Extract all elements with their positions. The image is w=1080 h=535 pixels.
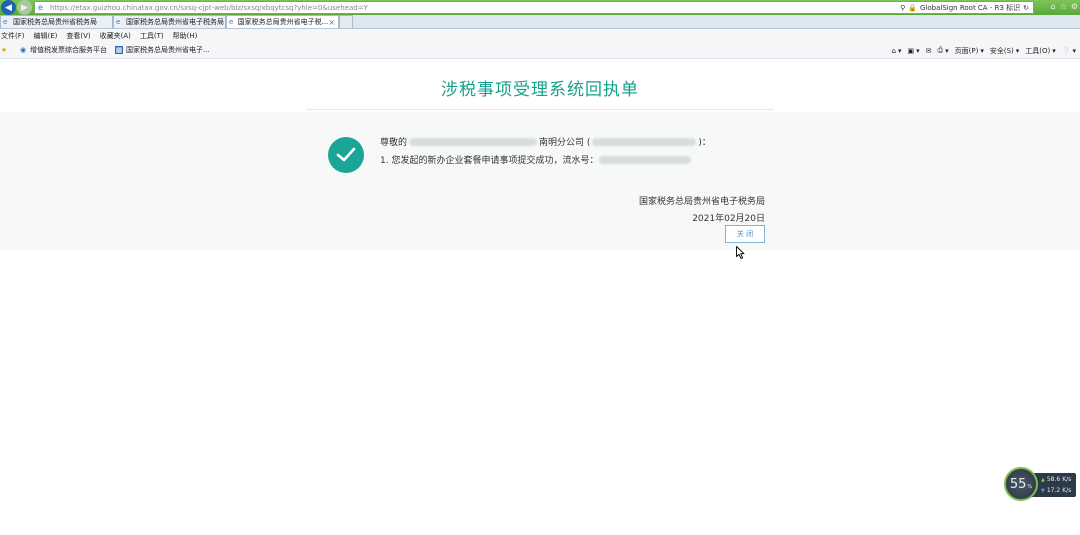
menu-view[interactable]: 查看(V) [66,31,90,41]
upload-value: 58.6 [1046,476,1061,483]
cert-label: GlobalSign Root CA - R3 标识 [920,3,1021,12]
dropdown-icon: ▾ [945,46,949,55]
menu-bar: 文件(F) 编辑(E) 查看(V) 收藏夹(A) 工具(T) 帮助(H) [0,29,1080,42]
forward-button[interactable]: ▶ [17,0,32,15]
dropdown-icon: ▾ [897,46,902,55]
address-bar: ◀ ▶ e https://etax.guizhou.chinatax.gov.… [0,0,1080,15]
cert-area[interactable]: ⚲ 🔒 GlobalSign Root CA - R3 标识 ↻ [900,3,1033,13]
ie-page-icon: e [229,18,234,26]
page-menu[interactable]: 页面(P) ▾ [955,46,984,56]
greeting-suffix: )： [698,138,711,148]
favorites-bar: ★ ◉ 增值税发票综合服务平台 ▦ 国家税务总局贵州省电子... ⌂ ▾ ▣ ▾ ✉… [0,42,1080,59]
feeds-command[interactable]: ▣ ▾ [908,47,920,55]
upload-arrow-icon: ▲ [1041,476,1045,483]
back-button[interactable]: ◀ [1,0,16,15]
dropdown-icon: ▾ [1072,46,1076,55]
usage-percent: 55 [1009,476,1027,492]
tools-menu[interactable]: 工具(O) ▾ [1025,46,1056,56]
close-button[interactable]: 关 闭 [725,225,765,243]
dropdown-icon: ▾ [1015,46,1020,55]
menu-file[interactable]: 文件(F) [1,31,25,41]
upload-rate: ▲ 58.6 K/s [1041,476,1071,483]
refresh-icon[interactable]: ↻ [1023,4,1029,12]
greeting-company: 南明分公司 ( [539,138,591,148]
tab-label: 国家税务总局贵州省电子税务局 [126,18,224,26]
mail-command[interactable]: ✉ [926,47,932,55]
download-unit: K/s [1062,487,1072,494]
tab-bar: e 国家税务总局贵州省税务局 e 国家税务总局贵州省电子税务局 e 国家税务总局… [0,15,1080,29]
download-value: 17.2 [1046,487,1061,494]
network-speed-widget[interactable]: 55% ▲ 58.6 K/s ▼ 17.2 K/s [1004,467,1076,501]
receipt-panel [0,112,1080,250]
tab-label: 国家税务总局贵州省电子税... [237,18,329,26]
success-check-icon [328,137,364,173]
menu-tools[interactable]: 工具(T) [140,31,164,41]
greeting-prefix: 尊敬的 [380,138,408,148]
menu-help[interactable]: 帮助(H) [173,31,198,41]
tab-e-tax-bureau[interactable]: e 国家税务总局贵州省电子税务局 [113,15,226,28]
download-arrow-icon: ▼ [1041,487,1045,494]
page-title: 涉税事项受理系统回执单 [441,80,639,100]
arrow-left-icon: ◀ [5,2,12,13]
url-text: https://etax.guizhou.chinatax.gov.cn/sxs… [50,3,368,12]
command-bar: ⌂ ▾ ▣ ▾ ✉ ⎙ ▾ 页面(P) ▾ 安全(S) ▾ 工具(O) ▾ ❔ ▾ [892,42,1076,59]
usage-unit: % [1027,483,1033,490]
tools-menu-label: 工具(O) [1025,46,1051,55]
redacted-tax-id [592,137,697,146]
site-icon: ▦ [115,46,123,54]
mouse-cursor-icon [736,246,745,259]
window-tools: ⌂ ☆ ⚙ [1051,2,1078,11]
dropdown-icon: ▾ [980,46,984,55]
safety-menu-label: 安全(S) [989,46,1014,55]
print-command[interactable]: ⎙ ▾ [938,46,949,55]
dropdown-icon: ▾ [916,46,920,55]
redacted-serial-number [599,155,692,164]
greeting-line: 尊敬的 南明分公司 ( )： [380,135,711,148]
message-text: 1. 您发起的新办企业套餐申请事项提交成功，流水号： [380,156,599,166]
globe-icon: ◉ [19,46,27,54]
search-icon[interactable]: ⚲ [900,4,905,12]
fav-invoice-platform[interactable]: ◉ 增值税发票综合服务平台 [19,45,107,55]
arrow-right-icon: ▶ [21,2,28,13]
fav-label: 国家税务总局贵州省电子... [126,46,210,54]
ie-logo-icon: e [38,3,43,12]
star-folder-icon: ★ [0,46,8,54]
close-tab-icon[interactable]: × [328,18,335,27]
menu-edit[interactable]: 编辑(E) [34,31,58,41]
fav-e-tax[interactable]: ▦ 国家税务总局贵州省电子... [115,45,210,55]
settings-gear-icon[interactable]: ⚙ [1071,2,1078,11]
home-icon[interactable]: ⌂ [1051,2,1056,11]
safety-menu[interactable]: 安全(S) ▾ [990,46,1019,56]
tab-e-tax-active[interactable]: e 国家税务总局贵州省电子税... × [226,15,339,28]
redacted-company-name [409,137,538,146]
help-command[interactable]: ❔ ▾ [1062,47,1076,55]
url-field[interactable]: e https://etax.guizhou.chinatax.gov.cn/s… [34,1,1034,14]
fav-label: 增值税发票综合服务平台 [30,46,107,54]
house-icon: ⌂ [891,46,896,55]
title-divider [306,109,774,110]
home-command[interactable]: ⌂ ▾ [892,47,902,55]
favorites-bar-star[interactable]: ★ [0,46,11,54]
favorites-star-icon[interactable]: ☆ [1060,2,1067,11]
checkmark-icon [336,147,356,162]
printer-icon: ⎙ [937,46,944,54]
ie-page-icon: e [3,18,8,26]
upload-unit: K/s [1062,476,1072,483]
lock-icon: 🔒 [908,3,918,12]
tab-label: 国家税务总局贵州省税务局 [13,18,97,26]
page-menu-label: 页面(P) [954,46,979,55]
issue-date: 2021年02月20日 [692,214,765,224]
usage-gauge: 55% [1004,467,1038,501]
success-message: 1. 您发起的新办企业套餐申请事项提交成功，流水号： [380,153,692,166]
new-tab-button[interactable] [339,15,353,28]
menu-favorites[interactable]: 收藏夹(A) [100,31,131,41]
dropdown-icon: ▾ [1052,46,1056,55]
download-rate: ▼ 17.2 K/s [1041,487,1071,494]
tab-tax-bureau[interactable]: e 国家税务总局贵州省税务局 [0,15,113,28]
help-icon: ❔ [1061,46,1071,55]
issuer-name: 国家税务总局贵州省电子税务局 [638,197,765,207]
mail-icon: ✉ [925,46,932,55]
ie-page-icon: e [116,18,121,26]
rss-icon: ▣ [907,46,915,55]
